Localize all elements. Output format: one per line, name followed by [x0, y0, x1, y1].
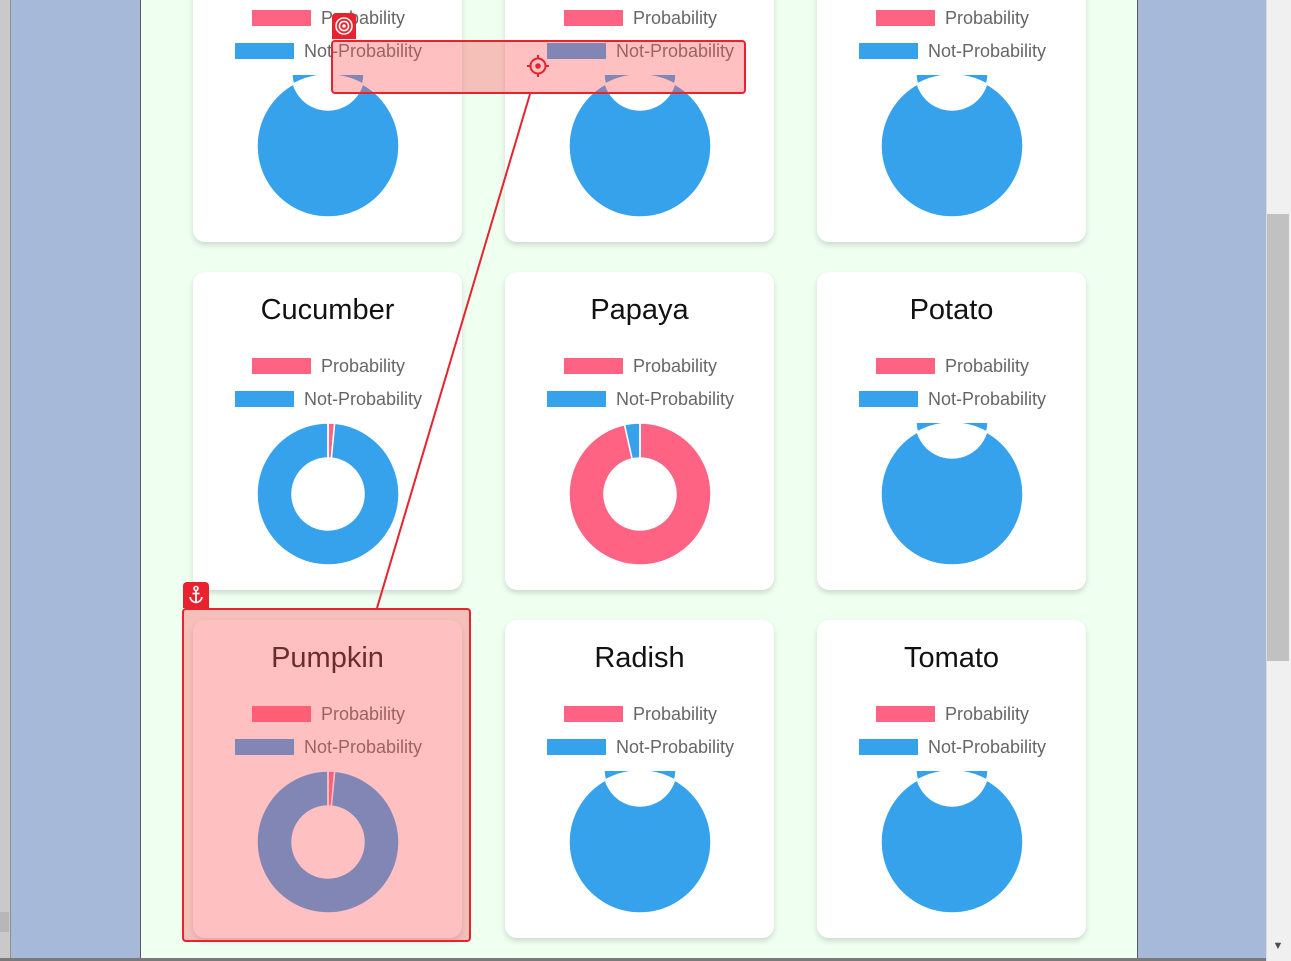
connector-line — [376, 93, 531, 609]
overlay-layer — [376, 55, 549, 609]
crosshair-icon — [527, 55, 549, 77]
